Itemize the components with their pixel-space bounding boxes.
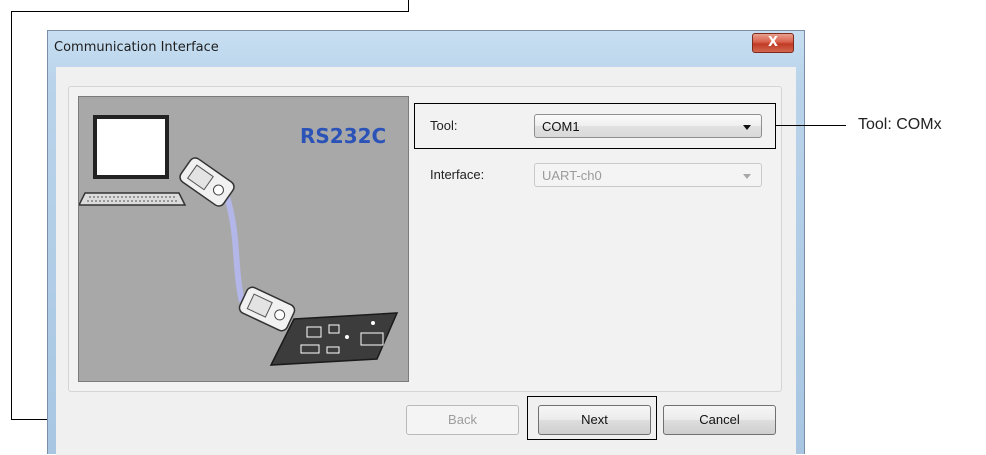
back-button[interactable]: Back — [406, 405, 519, 435]
close-icon: X — [767, 35, 779, 50]
interface-select[interactable]: UART-ch0 — [534, 163, 762, 187]
callout-line-top — [11, 11, 409, 12]
tool-row-highlight — [414, 103, 776, 149]
annotation-line — [776, 125, 846, 126]
interface-label: Interface: — [430, 167, 485, 182]
next-button-highlight — [527, 396, 657, 440]
rs232c-illustration: RS232C — [78, 96, 409, 382]
title-bar[interactable]: Communication Interface X — [48, 31, 804, 63]
callout-line-left — [11, 11, 12, 420]
dialog-title: Communication Interface — [54, 40, 219, 55]
close-button[interactable]: X — [752, 33, 794, 53]
callout-line-top-right — [408, 0, 409, 12]
interface-select-value: UART-ch0 — [542, 168, 602, 183]
chevron-down-icon — [743, 174, 751, 179]
rs232c-label: RS232C — [300, 124, 387, 148]
cancel-button[interactable]: Cancel — [663, 405, 776, 435]
tool-annotation-text: Tool: COMx — [858, 116, 942, 133]
communication-interface-dialog: Communication Interface X RS232C Tool: C… — [47, 30, 805, 455]
